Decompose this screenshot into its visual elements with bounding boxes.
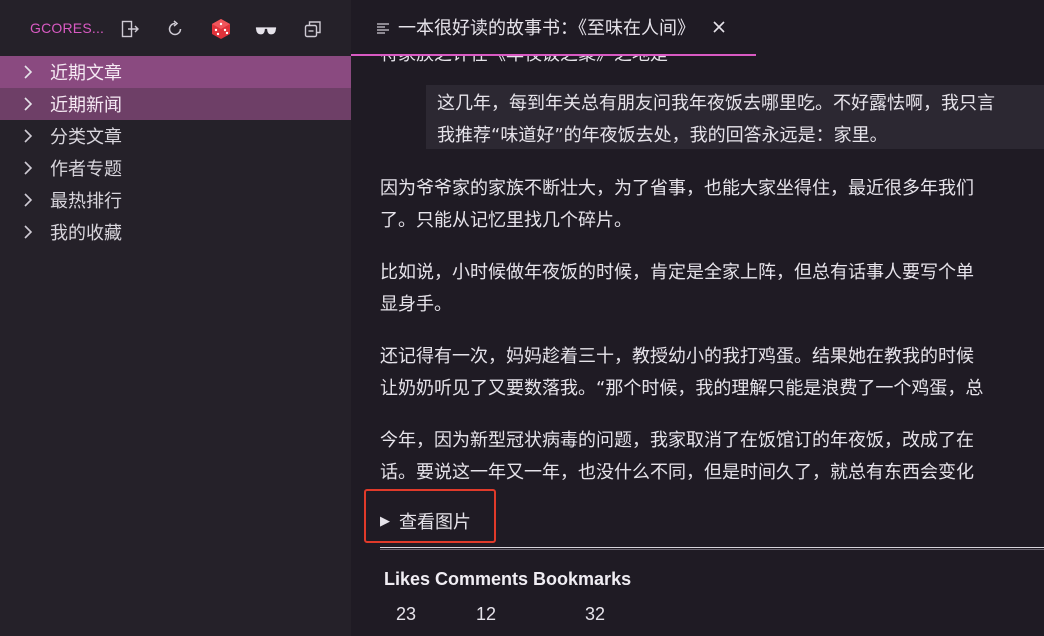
comments-count: 12 (476, 604, 497, 624)
triangle-right-icon: ▶ (380, 514, 390, 529)
sidebar-item-label: 作者专题 (50, 159, 122, 180)
likes-count: 23 (396, 604, 417, 624)
sidebar-item-favorites[interactable]: 我的收藏 (0, 216, 351, 248)
sidebar-item-hot[interactable]: 最热排行 (0, 184, 351, 216)
close-icon[interactable] (711, 19, 727, 35)
quote-line: 我推荐“味道好”的年夜饭去处，我的回答永远是：家里。 (437, 125, 888, 146)
paragraph-line: 因为爷爷家的家族不断壮大，为了省事，也能大家坐得住，最近很多年我们 (380, 178, 974, 199)
chevron-right-icon (0, 65, 50, 79)
view-images-toggle[interactable]: ▶ 查看图片 (380, 508, 471, 534)
sidebar-item-authors[interactable]: 作者专题 (0, 152, 351, 184)
quote-line: 这几年，每到年关总有朋友问我年夜饭去哪里吃。不好露怯啊，我只言 (437, 93, 995, 114)
sidebar: GCORES... 近期文章 近期新闻 分类文章 作者专题 最热排行 我的收藏 (0, 0, 351, 636)
sidebar-item-label: 近期新闻 (50, 95, 122, 116)
blockquote: 这几年，每到年关总有朋友问我年夜饭去哪里吃。不好露怯啊，我只言 我推荐“味道好”… (426, 85, 1044, 149)
collapse-all-icon[interactable] (302, 18, 324, 40)
paragraph-line: 让奶奶听见了又要数落我。“那个时候，我的理解只能是浪费了一个鸡蛋，总 (380, 378, 984, 399)
article-content: 特家族之许在《年夜饭之聚》之地是 这几年，每到年关总有朋友问我年夜饭去哪里吃。不… (351, 56, 1044, 636)
view-images-label: 查看图片 (399, 512, 471, 533)
paragraph-line: 还记得有一次，妈妈趁着三十，教授幼小的我打鸡蛋。结果她在教我的时候 (380, 346, 974, 367)
chevron-right-icon (0, 129, 50, 143)
text-lines-icon (376, 20, 390, 34)
sidebar-item-label: 分类文章 (50, 127, 122, 148)
paragraph-line: 显身手。 (380, 294, 452, 315)
sidebar-nav: 近期文章 近期新闻 分类文章 作者专题 最热排行 我的收藏 (0, 56, 351, 248)
partial-text-line: 特家族之许在《年夜饭之聚》之地是 (380, 56, 668, 66)
chevron-right-icon (0, 161, 50, 175)
sidebar-item-label: 近期文章 (50, 63, 122, 84)
sidebar-item-categories[interactable]: 分类文章 (0, 120, 351, 152)
chevron-right-icon (0, 193, 50, 207)
paragraph-line: 话。要说这一年又一年，也没什么不同，但是时间久了，就总有东西会变化 (380, 462, 974, 483)
chevron-right-icon (0, 225, 50, 239)
divider (380, 549, 1044, 550)
sidebar-header: GCORES... (0, 0, 351, 56)
stats-header: Likes Comments Bookmarks (384, 569, 632, 589)
sidebar-item-recent-news[interactable]: 近期新闻 (0, 88, 351, 120)
sidebar-item-recent-articles[interactable]: 近期文章 (0, 56, 351, 88)
paragraph-line: 今年，因为新型冠状病毒的问题，我家取消了在饭馆订的年夜饭，改成了在 (380, 430, 974, 451)
dice-icon[interactable] (210, 18, 232, 40)
tab-article[interactable]: 一本很好读的故事书：《至味在人间》 (351, 0, 756, 56)
tab-title: 一本很好读的故事书：《至味在人间》 (398, 18, 695, 39)
app-window: GCORES... 近期文章 近期新闻 分类文章 作者专题 最热排行 我的收藏 … (0, 0, 1044, 636)
paragraph-line: 了。只能从记忆里找几个碎片。 (380, 210, 632, 231)
bookmarks-count: 32 (585, 604, 606, 624)
brand-title[interactable]: GCORES... (30, 20, 104, 36)
sidebar-item-label: 最热排行 (50, 191, 122, 212)
sidebar-item-label: 我的收藏 (50, 223, 122, 244)
editor-tab-bar: 一本很好读的故事书：《至味在人间》 (351, 0, 1044, 56)
logout-icon[interactable] (119, 18, 141, 40)
glasses-icon[interactable] (255, 18, 277, 40)
chevron-right-icon (0, 97, 50, 111)
paragraph-line: 比如说，小时候做年夜饭的时候，肯定是全家上阵，但总有话事人要写个单 (380, 262, 974, 283)
refresh-icon[interactable] (164, 18, 186, 40)
divider (380, 547, 1044, 548)
